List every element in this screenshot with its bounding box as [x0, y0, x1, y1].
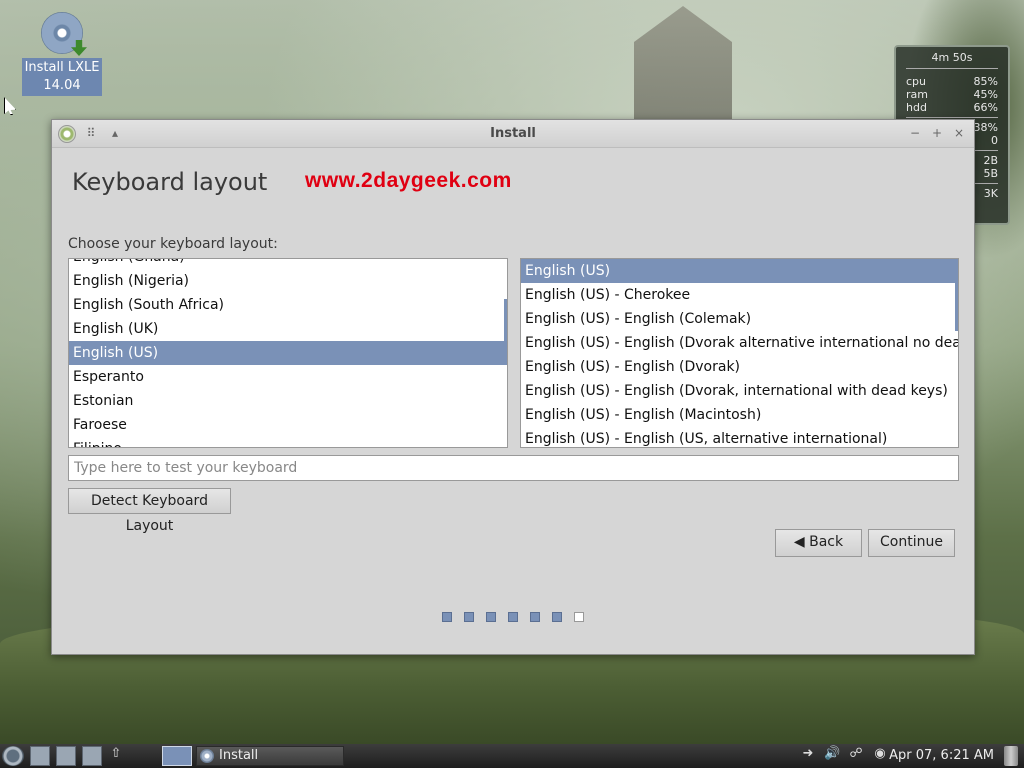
language-list-item[interactable]: English (South Africa) — [69, 293, 507, 317]
variant-list-item[interactable]: English (US) - English (Macintosh) — [521, 403, 958, 427]
variant-list-item[interactable]: English (US) — [521, 259, 958, 283]
terminal-icon[interactable] — [56, 746, 76, 766]
progress-dot — [530, 612, 540, 622]
back-arrow-icon: ◀ — [793, 534, 805, 550]
progress-dot — [574, 612, 584, 622]
monitor-row: hdd 66% — [906, 101, 998, 114]
trash-icon[interactable] — [1004, 746, 1018, 766]
window-title: Install — [490, 126, 536, 141]
taskbar-item-install[interactable]: Install — [196, 746, 344, 766]
volume-icon[interactable]: 🔊 — [824, 746, 840, 766]
variant-list-item[interactable]: English (US) - English (Dvorak) — [521, 355, 958, 379]
language-list-item[interactable]: Filipino — [69, 437, 507, 447]
arrow-right-icon[interactable]: ➜ — [800, 746, 816, 766]
language-list-item[interactable]: Faroese — [69, 413, 507, 437]
up-arrow-icon[interactable]: ⇧ — [108, 746, 124, 766]
language-list-item[interactable]: Esperanto — [69, 365, 507, 389]
back-button-label: Back — [809, 534, 844, 550]
taskbar: ⇧ Install ➜ 🔊 ☍ ◉ Apr 07, 6:21 AM — [0, 744, 1024, 768]
variant-list-item[interactable]: English (US) - English (Dvorak, internat… — [521, 379, 958, 403]
mouse-cursor-icon — [4, 97, 16, 115]
layout-prompt-label: Choose your keyboard layout: — [68, 236, 278, 252]
uptime: 4m 50s — [906, 51, 998, 69]
variant-list-item[interactable]: English (US) - Cherokee — [521, 283, 958, 307]
update-icon[interactable]: ◉ — [872, 746, 888, 766]
minimize-button[interactable]: − — [908, 126, 922, 140]
continue-button[interactable]: Continue — [868, 529, 955, 557]
shade-up-icon[interactable]: ▴ — [108, 126, 122, 140]
keyboard-language-list[interactable]: English (Ghana)English (Nigeria)English … — [68, 258, 508, 448]
desktop-switcher[interactable] — [162, 746, 192, 766]
start-menu-icon[interactable] — [2, 746, 24, 766]
desktop-icon-label: Install LXLE 14.04 — [22, 58, 102, 96]
grip-icon[interactable]: ⠿ — [84, 126, 98, 140]
progress-dot — [552, 612, 562, 622]
disc-install-icon — [41, 12, 87, 56]
progress-dot — [508, 612, 518, 622]
language-list-item[interactable]: Estonian — [69, 389, 507, 413]
detect-keyboard-layout-button[interactable]: Detect Keyboard Layout — [68, 488, 231, 534]
progress-dot — [464, 612, 474, 622]
desktop-icon-install[interactable]: Install LXLE 14.04 — [22, 12, 102, 96]
monitor-row: cpu 85% — [906, 75, 998, 88]
maximize-button[interactable]: + — [930, 126, 944, 140]
install-progress-dots — [442, 612, 584, 622]
window-menu-icon[interactable] — [58, 125, 76, 143]
download-arrow-icon — [71, 40, 87, 56]
keyboard-test-input[interactable] — [68, 455, 959, 481]
language-list-item[interactable]: English (Nigeria) — [69, 269, 507, 293]
variant-list-scrollbar[interactable] — [955, 283, 958, 331]
progress-dot — [442, 612, 452, 622]
language-list-item[interactable]: English (Ghana) — [69, 259, 507, 269]
wallpaper-house — [634, 6, 732, 120]
windows-icon[interactable] — [82, 746, 102, 766]
page-title: Keyboard layout — [72, 168, 268, 196]
clock[interactable]: Apr 07, 6:21 AM — [889, 746, 994, 766]
variant-list-item[interactable]: English (US) - English (US, alternative … — [521, 427, 958, 447]
variant-list-item[interactable]: English (US) - English (Colemak) — [521, 307, 958, 331]
keyboard-variant-list[interactable]: English (US) English (US) - Cherokee Engli… — [520, 258, 959, 448]
language-list-item[interactable]: English (UK) — [69, 317, 507, 341]
back-button[interactable]: ◀ Back — [775, 529, 862, 557]
language-list-item[interactable]: English (US) — [69, 341, 507, 365]
close-button[interactable]: × — [952, 126, 966, 140]
watermark-text: www.2daygeek.com — [305, 169, 512, 192]
monitor-row: ram 45% — [906, 88, 998, 101]
language-list-scrollbar[interactable] — [504, 299, 507, 341]
window-titlebar[interactable]: ⠿ ▴ Install − + × — [52, 120, 974, 148]
install-task-icon — [200, 749, 214, 763]
progress-dot — [486, 612, 496, 622]
variant-list-item[interactable]: English (US) - English (Dvorak alternati… — [521, 331, 958, 355]
install-window: ⠿ ▴ Install − + × Keyboard layout www.2d… — [51, 119, 975, 655]
file-manager-icon[interactable] — [30, 746, 50, 766]
network-icon[interactable]: ☍ — [848, 746, 864, 766]
